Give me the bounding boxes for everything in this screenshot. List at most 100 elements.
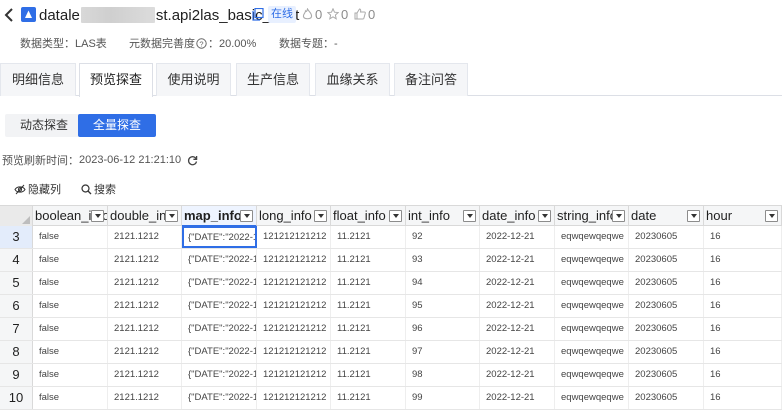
table-cell[interactable]: 11.2121 (331, 226, 406, 248)
table-cell[interactable]: 2022-12-21 (480, 249, 555, 271)
column-header[interactable]: date_info (480, 206, 555, 226)
table-cell[interactable]: 11.2121 (331, 295, 406, 317)
table-cell[interactable]: 20230605 (629, 341, 704, 363)
table-cell[interactable]: 98 (406, 364, 480, 386)
table-cell[interactable]: 20230605 (629, 226, 704, 248)
table-cell[interactable]: 20230605 (629, 318, 704, 340)
table-cell[interactable]: 16 (704, 341, 782, 363)
tab-comments[interactable]: 备注问答 (394, 63, 468, 96)
table-cell[interactable]: 121212121212 (257, 272, 331, 294)
table-cell[interactable]: 16 (704, 272, 782, 294)
dropdown-icon[interactable] (538, 210, 551, 222)
stars-stat[interactable]: 0 (327, 5, 348, 23)
table-cell[interactable]: eqwqewqeqwe (555, 387, 629, 409)
table-cell[interactable]: {"DATE":"2022-1 (182, 341, 257, 363)
hide-columns-button[interactable]: 隐藏列 (14, 181, 61, 197)
table-cell[interactable]: 20230605 (629, 364, 704, 386)
table-cell[interactable]: 11.2121 (331, 387, 406, 409)
dropdown-icon[interactable] (687, 210, 700, 222)
table-cell[interactable]: 2022-12-21 (480, 341, 555, 363)
column-header[interactable]: boolean_info (33, 206, 108, 226)
column-header[interactable]: int_info (406, 206, 480, 226)
dropdown-icon[interactable] (314, 210, 327, 222)
table-cell[interactable]: eqwqewqeqwe (555, 249, 629, 271)
table-cell[interactable]: 2121.1212 (108, 295, 182, 317)
table-cell[interactable]: 121212121212 (257, 387, 331, 409)
table-cell[interactable]: 2121.1212 (108, 318, 182, 340)
dropdown-icon[interactable] (463, 210, 476, 222)
table-cell[interactable]: 11.2121 (331, 249, 406, 271)
search-button[interactable]: 搜索 (81, 181, 116, 197)
table-cell[interactable]: 2022-12-21 (480, 226, 555, 248)
select-all-corner[interactable] (0, 206, 33, 226)
table-cell[interactable]: 121212121212 (257, 295, 331, 317)
table-row[interactable]: 7 false 2121.1212 {"DATE":"2022-1 1212121212… (0, 318, 782, 341)
refresh-icon[interactable] (187, 155, 198, 166)
likes-stat[interactable]: 0 (302, 5, 322, 23)
table-cell[interactable]: eqwqewqeqwe (555, 295, 629, 317)
column-header[interactable]: long_info (257, 206, 331, 226)
table-cell[interactable]: 2022-12-21 (480, 318, 555, 340)
column-header[interactable]: date (629, 206, 704, 226)
table-cell[interactable]: 97 (406, 341, 480, 363)
table-cell[interactable]: false (33, 387, 108, 409)
table-cell[interactable]: false (33, 226, 108, 248)
table-cell[interactable]: false (33, 272, 108, 294)
table-cell[interactable]: 121212121212 (257, 249, 331, 271)
table-cell[interactable]: {"DATE":"2022-1 (182, 318, 257, 340)
table-cell[interactable]: eqwqewqeqwe (555, 272, 629, 294)
selected-cell[interactable]: {"DATE":"2022-1 (182, 226, 257, 248)
table-cell[interactable]: 2022-12-21 (480, 272, 555, 294)
table-cell[interactable]: 2121.1212 (108, 364, 182, 386)
table-cell[interactable]: {"DATE":"2022-1 (182, 295, 257, 317)
table-cell[interactable]: false (33, 341, 108, 363)
table-cell[interactable]: 2121.1212 (108, 387, 182, 409)
tab-detail[interactable]: 明细信息 (0, 63, 76, 96)
row-number[interactable]: 8 (0, 341, 33, 363)
table-cell[interactable]: 16 (704, 318, 782, 340)
table-cell[interactable]: 2022-12-21 (480, 364, 555, 386)
table-cell[interactable]: 2121.1212 (108, 226, 182, 248)
table-cell[interactable]: false (33, 295, 108, 317)
table-cell[interactable]: 16 (704, 226, 782, 248)
table-cell[interactable]: 11.2121 (331, 272, 406, 294)
thumbs-stat[interactable]: 0 (354, 5, 375, 23)
table-cell[interactable]: {"DATE":"2022-1 (182, 272, 257, 294)
table-cell[interactable]: 92 (406, 226, 480, 248)
dropdown-icon[interactable] (612, 210, 625, 222)
table-cell[interactable]: 11.2121 (331, 364, 406, 386)
table-cell[interactable]: 11.2121 (331, 341, 406, 363)
tab-preview[interactable]: 预览探查 (79, 63, 153, 97)
table-row[interactable]: 10 false 2121.1212 {"DATE":"2022-1 121212121… (0, 387, 782, 410)
row-number[interactable]: 5 (0, 272, 33, 294)
table-cell[interactable]: 121212121212 (257, 364, 331, 386)
dropdown-icon[interactable] (765, 210, 778, 222)
table-cell[interactable]: 95 (406, 295, 480, 317)
table-cell[interactable]: 16 (704, 387, 782, 409)
column-header[interactable]: double_info (108, 206, 182, 226)
table-cell[interactable]: eqwqewqeqwe (555, 341, 629, 363)
table-cell[interactable]: 2121.1212 (108, 272, 182, 294)
dropdown-icon[interactable] (389, 210, 402, 222)
table-cell[interactable]: 16 (704, 295, 782, 317)
tab-lineage[interactable]: 血缘关系 (315, 63, 390, 96)
table-cell[interactable]: 20230605 (629, 295, 704, 317)
row-number[interactable]: 9 (0, 364, 33, 386)
table-cell[interactable]: 121212121212 (257, 341, 331, 363)
row-number[interactable]: 10 (0, 387, 33, 409)
back-icon[interactable] (4, 8, 16, 22)
tab-usage[interactable]: 使用说明 (156, 63, 231, 96)
table-cell[interactable]: {"DATE":"2022-1 (182, 364, 257, 386)
table-row[interactable]: 8 false 2121.1212 {"DATE":"2022-1 1212121212… (0, 341, 782, 364)
table-cell[interactable]: eqwqewqeqwe (555, 226, 629, 248)
table-cell[interactable]: 2121.1212 (108, 341, 182, 363)
table-row[interactable]: 9 false 2121.1212 {"DATE":"2022-1 1212121212… (0, 364, 782, 387)
table-cell[interactable]: {"DATE":"2022-1 (182, 387, 257, 409)
table-cell[interactable]: 11.2121 (331, 318, 406, 340)
table-cell[interactable]: 121212121212 (257, 226, 331, 248)
table-cell[interactable]: 2022-12-21 (480, 295, 555, 317)
table-cell[interactable]: 2022-12-21 (480, 387, 555, 409)
table-cell[interactable]: eqwqewqeqwe (555, 364, 629, 386)
table-cell[interactable]: 16 (704, 364, 782, 386)
full-explore-button[interactable]: 全量探查 (78, 114, 157, 137)
